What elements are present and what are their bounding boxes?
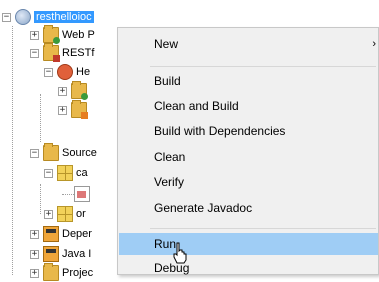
tree-row-service[interactable]: − He: [44, 63, 90, 81]
tree-row-project-files[interactable]: + Projec: [30, 263, 94, 282]
menu-item-label: Clean: [154, 150, 186, 164]
tree-item-label: Java I: [62, 248, 92, 260]
tree-row-java-file[interactable]: [74, 185, 93, 203]
source-packages-folder-icon: [43, 143, 59, 161]
tree-row-package[interactable]: + or: [44, 205, 86, 223]
menu-item-label: Clean and Build: [154, 99, 239, 113]
dependencies-jar-icon: [43, 226, 59, 242]
menu-item-new[interactable]: New ›: [119, 33, 378, 55]
package-icon: [57, 206, 73, 222]
menu-item-clean[interactable]: Clean: [119, 146, 378, 168]
expand-toggle-icon[interactable]: +: [58, 105, 67, 115]
tree-item-label: Web P: [62, 29, 95, 41]
menu-item-generate-javadoc[interactable]: Generate Javadoc: [119, 197, 378, 219]
menu-item-label: New: [154, 37, 179, 51]
context-menu: New › Build Clean and Build Build with D…: [117, 27, 379, 275]
tree-row-dependencies[interactable]: + Deper: [30, 225, 92, 243]
tree-row-package[interactable]: − ca: [44, 164, 88, 182]
expand-toggle-icon[interactable]: +: [30, 229, 39, 239]
expand-toggle-icon[interactable]: +: [30, 30, 39, 40]
tree-guide-line: [40, 94, 41, 142]
expand-toggle-icon[interactable]: +: [30, 249, 39, 259]
menu-item-debug[interactable]: Debug: [119, 257, 378, 279]
folder-icon: [71, 100, 88, 119]
menu-item-run[interactable]: Run: [119, 233, 378, 255]
tree-row-folder[interactable]: +: [58, 81, 90, 100]
menu-item-label: Build: [154, 74, 181, 88]
tree-item-label: or: [76, 208, 86, 220]
tree-item-label: RESTf: [62, 47, 95, 59]
java-file-icon: [74, 186, 90, 202]
folder-icon: [71, 81, 88, 100]
tree-row-project[interactable]: − resthelloioc: [2, 8, 94, 26]
java-dependencies-jar-icon: [43, 246, 59, 262]
tree-item-label: He: [76, 66, 91, 78]
project-globe-icon: [15, 9, 31, 25]
tree-item-label: Source: [62, 147, 97, 159]
tree-guide-line: [12, 26, 13, 275]
project-files-folder-icon: [43, 263, 59, 281]
tree-row-folder[interactable]: +: [58, 100, 90, 119]
tree-row-restful[interactable]: − RESTf: [30, 43, 95, 62]
tree-row-source-packages[interactable]: − Source: [30, 143, 97, 162]
menu-separator: [150, 228, 376, 229]
menu-separator: [150, 66, 376, 67]
expand-toggle-icon[interactable]: +: [30, 268, 39, 278]
tree-guide-line: [40, 184, 41, 214]
collapse-toggle-icon[interactable]: −: [30, 148, 39, 158]
menu-item-verify[interactable]: Verify: [119, 171, 378, 193]
restful-services-folder-icon: [43, 43, 60, 62]
menu-item-clean-and-build[interactable]: Clean and Build: [119, 95, 378, 117]
tree-item-label: ca: [76, 167, 88, 179]
tree-row-java-dependencies[interactable]: + Java I: [30, 245, 91, 263]
collapse-toggle-icon[interactable]: −: [30, 48, 39, 58]
collapse-toggle-icon[interactable]: −: [44, 67, 53, 77]
menu-item-label: Verify: [154, 175, 185, 189]
tree-item-label: Projec: [62, 267, 94, 279]
submenu-arrow-icon: ›: [372, 38, 376, 50]
hand-cursor-icon: [173, 242, 187, 264]
menu-item-build[interactable]: Build: [119, 70, 378, 92]
service-icon: [57, 64, 73, 80]
web-pages-folder-icon: [43, 25, 60, 44]
collapse-toggle-icon[interactable]: −: [44, 168, 53, 178]
tree-row-web-pages[interactable]: + Web P: [30, 25, 95, 44]
menu-item-label: Generate Javadoc: [154, 201, 253, 215]
menu-item-build-with-dependencies[interactable]: Build with Dependencies: [119, 120, 378, 142]
tree-item-label: Deper: [62, 228, 92, 240]
project-name[interactable]: resthelloioc: [34, 11, 94, 23]
collapse-toggle-icon[interactable]: −: [2, 12, 11, 22]
expand-toggle-icon[interactable]: +: [58, 86, 67, 96]
menu-item-label: Build with Dependencies: [154, 124, 286, 138]
tree-guide-line: [62, 194, 74, 195]
expand-toggle-icon[interactable]: +: [44, 209, 53, 219]
package-icon: [57, 165, 73, 181]
